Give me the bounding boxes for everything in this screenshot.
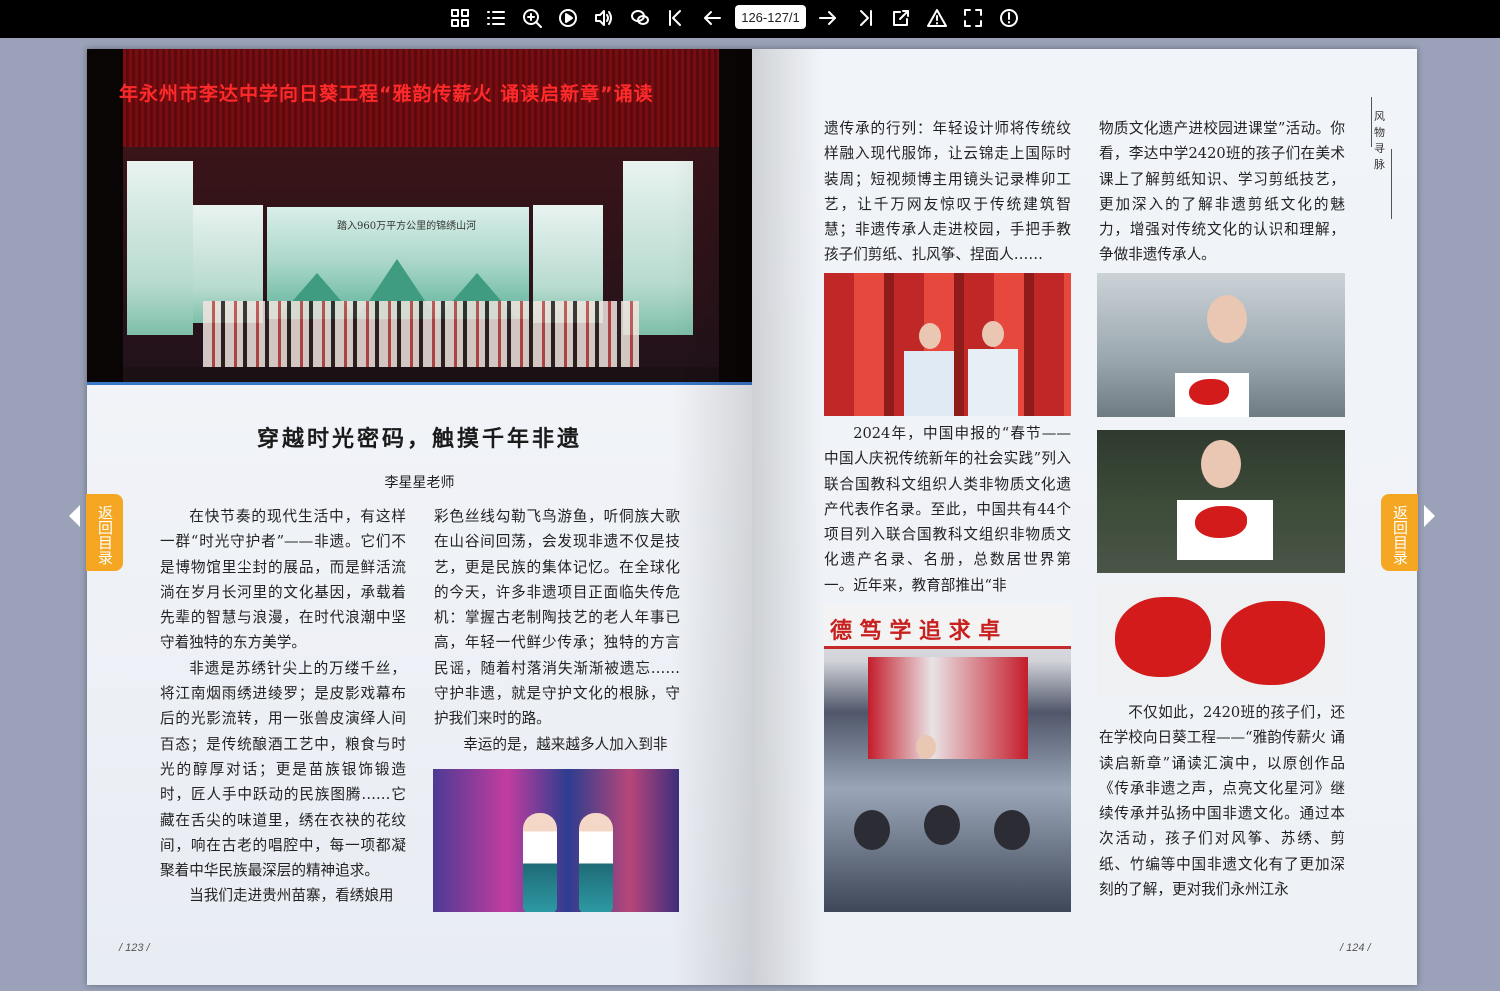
classroom-papercut-photo: 德 笃 学 追 求 卓 [824,605,1071,912]
stage-scene: 年永州市李达中学向日葵工程“雅韵传薪火 诵读启新章”诵读 踏入960万平方公里的… [119,49,719,385]
info-icon[interactable] [996,5,1022,31]
paragraph: 2024年，中国申报的“春节——中国人庆祝传统新年的社会实践”列入联合国教科文组… [824,425,1071,594]
paragraph: 当我们走进贵州苗寨，看绣娘用 [189,887,394,905]
right-column-2-bottom: 不仅如此，2420班的孩子们，还在学校向日葵工程——“雅韵传薪火 诵读启新章”诵… [1099,700,1345,902]
paragraph: 遗传承的行列：年轻设计师将传统纹样融入现代服饰，让云锦走上国际时装周；短视频博主… [824,120,1071,264]
stage-performance-photo: 年永州市李达中学向日葵工程“雅韵传薪火 诵读启新章”诵读 踏入960万平方公里的… [87,49,752,385]
article-title: 穿越时光密码，触摸千年非遗 [256,427,582,452]
page-number-left: / 123 / [119,942,150,954]
paragraph: 幸运的是，越来越多人加入到非 [463,735,668,753]
previous-page-icon[interactable] [699,5,725,31]
paragraph: 彩色丝线勾勒飞鸟游鱼，听侗族大歌在山谷间回荡，会发现非遗不仅是技艺，更是民族的集… [434,508,680,728]
back-to-contents-button-left[interactable]: 返回目录 [86,494,123,571]
paragraph: 不仅如此，2420班的孩子们，还在学校向日葵工程——“雅韵传薪火 诵读启新章”诵… [1099,704,1345,899]
presentation-screen [868,657,1028,759]
choir-group [203,301,639,367]
zoom-in-icon[interactable] [519,5,545,31]
top-toolbar [0,0,1500,38]
left-page[interactable]: 年永州市李达中学向日葵工程“雅韵传薪火 诵读启新章”诵读 踏入960万平方公里的… [87,49,752,985]
right-column-1-top: 遗传承的行列：年轻设计师将传统纹样融入现代服饰，让云锦走上国际时装周；短视频博主… [824,116,1071,268]
led-banner: 年永州市李达中学向日葵工程“雅韵传薪火 诵读启新章”诵读 [119,49,719,147]
led-banner-text: 年永州市李达中学向日葵工程“雅韵传薪火 诵读启新章”诵读 [119,83,654,105]
student-papercut-photo-1 [1097,273,1345,417]
share-wechat-icon[interactable] [627,5,653,31]
paragraph: 物质文化遗产进校园进课堂”活动。你看，李达中学2420班的孩子们在美术课上了解剪… [1099,120,1345,264]
section-tag: 风物寻脉 [1374,110,1385,171]
right-column-1-mid: 2024年，中国申报的“春节——中国人庆祝传统新年的社会实践”列入联合国教科文组… [824,421,1071,598]
grid-icon[interactable] [447,5,473,31]
singers-photo [433,769,679,912]
left-column-1: 在快节奏的现代生活中，有这样一群“时光守护者”——非遗。它们不是博物馆里尘封的展… [160,504,406,909]
share-icon[interactable] [888,5,914,31]
back-to-contents-button-right[interactable]: 返回目录 [1381,494,1418,571]
rooster-papercut-photo [1097,585,1345,696]
paragraph: 非遗是苏绣针尖上的万缕千丝，将江南烟雨绣进绫罗；是皮影戏幕布后的光影流转，用一张… [160,659,406,880]
classroom-slogan: 德 笃 学 追 求 卓 [824,605,1071,649]
book-spread: 年永州市李达中学向日葵工程“雅韵传薪火 诵读启新章”诵读 踏入960万平方公里的… [87,49,1417,985]
left-column-2: 彩色丝线勾勒飞鸟游鱼，听侗族大歌在山谷间回荡，会发现非遗不仅是技艺，更是民族的集… [434,504,680,757]
last-page-icon[interactable] [852,5,878,31]
section-divider [1391,149,1392,219]
main-screen-text: 踏入960万平方公里的锦绣山河 [337,221,477,232]
classroom-slogan-text: 德 笃 学 追 求 卓 [830,619,1001,644]
article-author: 李星星老师 [384,475,455,491]
fullscreen-icon[interactable] [960,5,986,31]
page-number-input[interactable] [735,5,806,29]
previous-page-arrow-icon[interactable] [69,505,80,527]
photo-progress-bar [87,382,752,385]
list-icon[interactable] [483,5,509,31]
volume-icon[interactable] [591,5,617,31]
side-screen-left [127,161,193,335]
section-divider [1371,97,1372,147]
first-page-icon[interactable] [663,5,689,31]
next-page-icon[interactable] [815,5,841,31]
paragraph: 在快节奏的现代生活中，有这样一群“时光守护者”——非遗。它们不是博物馆里尘封的展… [160,508,406,652]
play-icon[interactable] [555,5,581,31]
student-papercut-photo-2 [1097,430,1345,573]
warning-icon[interactable] [924,5,950,31]
kite-display-photo [824,273,1071,416]
next-page-arrow-icon[interactable] [1424,505,1435,527]
page-number-right: / 124 / [1340,942,1371,954]
right-column-2-top: 物质文化遗产进校园进课堂”活动。你看，李达中学2420班的孩子们在美术课上了解剪… [1099,116,1345,268]
